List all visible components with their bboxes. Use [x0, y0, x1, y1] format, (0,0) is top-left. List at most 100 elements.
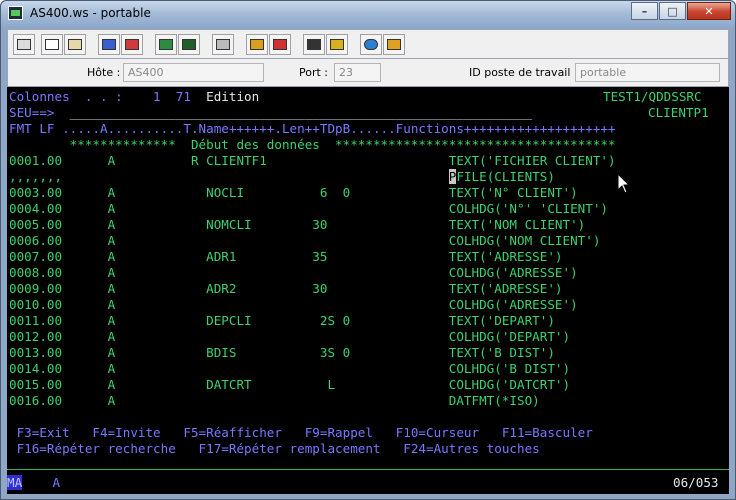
- copy-icon[interactable]: [41, 34, 63, 55]
- dds-source-text[interactable]: [62, 169, 449, 184]
- terminal-app-icon: [8, 6, 23, 20]
- dds-source-text[interactable]: A BDIS 3S 0: [62, 345, 449, 360]
- sequence-number[interactable]: 0012.00: [9, 329, 62, 344]
- source-line[interactable]: 0001.00 A R CLIENTF1 TEXT('FICHIER CLIEN…: [9, 153, 616, 169]
- dds-source-text[interactable]: A NOCLI 6 0: [62, 185, 449, 200]
- dds-source-text[interactable]: A DEPCLI 2S 0: [62, 313, 449, 328]
- close-button[interactable]: ✕: [687, 2, 731, 20]
- source-line[interactable]: 0010.00 A COLHDG('ADRESSE'): [9, 297, 578, 313]
- host-field[interactable]: AS400: [123, 63, 264, 82]
- source-line[interactable]: 0014.00 A COLHDG('B DIST'): [9, 361, 570, 377]
- source-line[interactable]: 0008.00 A COLHDG('ADRESSE'): [9, 265, 578, 281]
- function-keys-line-2: F16=Répéter recherche F17=Répéter rempla…: [9, 441, 540, 456]
- dds-source-text[interactable]: A R CLIENTF1: [62, 153, 449, 168]
- title-bar[interactable]: AS400.ws - portable – □ ✕: [1, 1, 735, 27]
- sequence-number[interactable]: 0001.00: [9, 153, 62, 168]
- source-line[interactable]: ,,,,,,, PFILE(CLIENTS): [9, 169, 555, 185]
- sequence-number[interactable]: 0007.00: [9, 249, 62, 264]
- columns-info: Colonnes . . : 1 71: [9, 89, 207, 104]
- source-line[interactable]: 0007.00 A ADR1 35 TEXT('ADRESSE'): [9, 249, 563, 265]
- sequence-number[interactable]: 0014.00: [9, 361, 62, 376]
- sequence-number[interactable]: 0006.00: [9, 233, 62, 248]
- dds-function-keyword[interactable]: COLHDG('NOM CLIENT'): [449, 233, 601, 248]
- mouse-pointer-icon: [617, 173, 631, 194]
- sequence-number[interactable]: 0009.00: [9, 281, 62, 296]
- source-line[interactable]: 0006.00 A COLHDG('NOM CLIENT'): [9, 233, 600, 249]
- edit-pencil-icon[interactable]: [383, 34, 405, 55]
- record-macro-icon[interactable]: [246, 34, 268, 55]
- format-line: FMT LF .....A..........T.Name++++++.Len+…: [9, 121, 616, 136]
- dds-function-keyword[interactable]: COLHDG('ADRESSE'): [449, 297, 578, 312]
- dds-function-keyword[interactable]: TEXT('B DIST'): [449, 345, 555, 360]
- terminal-screen[interactable]: Colonnes . . : 1 71 Edition TEST1/QDDSSR…: [7, 87, 729, 494]
- dds-function-keyword[interactable]: TEXT('ADRESSE'): [449, 281, 563, 296]
- toolbar: [7, 29, 729, 59]
- dds-function-keyword[interactable]: TEXT('DEPART'): [449, 313, 555, 328]
- sequence-number[interactable]: 0003.00: [9, 185, 62, 200]
- sequence-number[interactable]: 0011.00: [9, 313, 62, 328]
- window-title: AS400.ws - portable: [30, 6, 151, 20]
- source-line[interactable]: 0005.00 A NOMCLI 30 TEXT('NOM CLIENT'): [9, 217, 585, 233]
- workstation-label: ID poste de travail :: [469, 66, 578, 79]
- play-macro-icon[interactable]: [269, 34, 291, 55]
- display-settings-icon[interactable]: [155, 34, 177, 55]
- dds-source-text[interactable]: A: [62, 233, 449, 248]
- status-indicator: A: [52, 475, 61, 490]
- dds-source-text[interactable]: A: [62, 329, 449, 344]
- minimize-button[interactable]: –: [631, 2, 658, 20]
- source-line[interactable]: 0003.00 A NOCLI 6 0 TEXT('N° CLIENT'): [9, 185, 578, 201]
- dds-function-keyword[interactable]: TEXT('FICHIER CLIENT'): [449, 153, 616, 168]
- dds-function-keyword[interactable]: COLHDG('B DIST'): [449, 361, 570, 376]
- source-line[interactable]: 0004.00 A COLHDG('N°' 'CLIENT'): [9, 201, 608, 217]
- data-start-line: ************** Début des données *******…: [9, 137, 616, 152]
- source-line[interactable]: 0011.00 A DEPCLI 2S 0 TEXT('DEPART'): [9, 313, 555, 329]
- web-icon[interactable]: [360, 34, 382, 55]
- sequence-number[interactable]: 0004.00: [9, 201, 62, 216]
- run-script-icon[interactable]: [303, 34, 325, 55]
- source-line[interactable]: 0009.00 A ADR2 30 TEXT('ADRESSE'): [9, 281, 563, 297]
- port-field[interactable]: 23: [334, 63, 381, 82]
- keyboard-icon[interactable]: [212, 34, 234, 55]
- dds-source-text[interactable]: A: [62, 265, 449, 280]
- source-line[interactable]: 0016.00 A DATFMT(*ISO): [9, 393, 540, 409]
- sequence-number[interactable]: 0005.00: [9, 217, 62, 232]
- source-line[interactable]: 0013.00 A BDIS 3S 0 TEXT('B DIST'): [9, 345, 555, 361]
- host-label: Hôte :: [87, 66, 121, 79]
- receive-file-icon[interactable]: [121, 34, 143, 55]
- dds-function-keyword[interactable]: DATFMT(*ISO): [449, 393, 540, 408]
- screen-capture-icon[interactable]: [178, 34, 200, 55]
- dds-function-keyword[interactable]: TEXT('NOM CLIENT'): [449, 217, 585, 232]
- workstation-field[interactable]: portable: [575, 63, 720, 82]
- sequence-number[interactable]: 0013.00: [9, 345, 62, 360]
- dds-function-keyword[interactable]: TEXT('N° CLIENT'): [449, 185, 578, 200]
- connection-bar: Hôte : AS400 Port : 23 ID poste de trava…: [7, 59, 729, 87]
- maximize-button[interactable]: □: [659, 2, 686, 20]
- source-line[interactable]: 0012.00 A COLHDG('DEPART'): [9, 329, 570, 345]
- paste-icon[interactable]: [64, 34, 86, 55]
- dds-source-text[interactable]: A NOMCLI 30: [62, 217, 449, 232]
- sequence-number[interactable]: 0010.00: [9, 297, 62, 312]
- dds-source-text[interactable]: A DATCRT L: [62, 377, 449, 392]
- dds-source-text[interactable]: A ADR2 30: [62, 281, 449, 296]
- send-file-icon[interactable]: [98, 34, 120, 55]
- seu-command-input[interactable]: ________________________________________…: [70, 105, 533, 120]
- dds-source-text[interactable]: A: [62, 297, 449, 312]
- dds-function-keyword[interactable]: COLHDG('N°' 'CLIENT'): [449, 201, 608, 216]
- sequence-number[interactable]: 0008.00: [9, 265, 62, 280]
- dds-source-text[interactable]: A: [62, 393, 449, 408]
- header-line-2: SEU==> _________________________________…: [9, 105, 532, 121]
- dds-source-text[interactable]: A ADR1 35: [62, 249, 449, 264]
- dds-function-keyword[interactable]: COLHDG('DEPART'): [449, 329, 570, 344]
- print-screen-icon[interactable]: [13, 34, 35, 55]
- dds-function-keyword[interactable]: TEXT('ADRESSE'): [449, 249, 563, 264]
- dds-function-keyword[interactable]: COLHDG('ADRESSE'): [449, 265, 578, 280]
- dds-function-keyword[interactable]: COLHDG('DATCRT'): [449, 377, 570, 392]
- stop-script-icon[interactable]: [326, 34, 348, 55]
- sequence-number[interactable]: 0016.00: [9, 393, 62, 408]
- dds-source-text[interactable]: A: [62, 201, 449, 216]
- source-line[interactable]: 0015.00 A DATCRT L COLHDG('DATCRT'): [9, 377, 570, 393]
- sequence-number[interactable]: ,,,,,,,: [9, 169, 62, 184]
- sequence-number[interactable]: 0015.00: [9, 377, 62, 392]
- dds-source-text[interactable]: A: [62, 361, 449, 376]
- dds-function-keyword[interactable]: FILE(CLIENTS): [456, 169, 555, 184]
